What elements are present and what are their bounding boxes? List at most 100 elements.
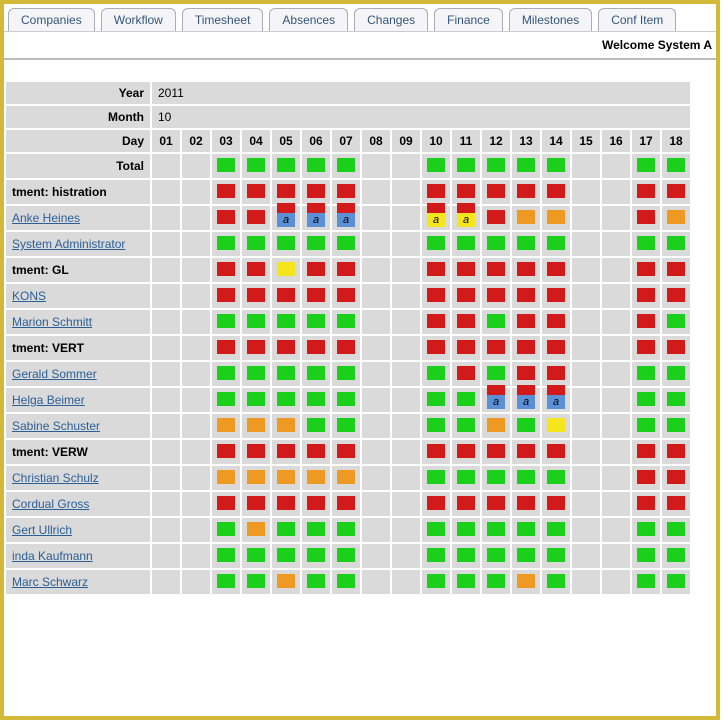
calendar-cell[interactable] <box>451 413 481 439</box>
calendar-cell[interactable] <box>271 491 301 517</box>
calendar-cell[interactable] <box>511 569 541 595</box>
calendar-cell[interactable] <box>151 387 181 413</box>
calendar-cell[interactable] <box>451 153 481 179</box>
calendar-cell[interactable] <box>601 179 631 205</box>
calendar-cell[interactable] <box>511 335 541 361</box>
calendar-cell[interactable] <box>331 153 361 179</box>
calendar-cell[interactable] <box>331 517 361 543</box>
calendar-cell[interactable] <box>481 413 511 439</box>
calendar-cell[interactable] <box>511 517 541 543</box>
calendar-cell[interactable] <box>241 153 271 179</box>
calendar-cell[interactable] <box>631 257 661 283</box>
calendar-cell[interactable] <box>541 335 571 361</box>
calendar-cell[interactable] <box>241 257 271 283</box>
calendar-cell[interactable] <box>631 179 661 205</box>
calendar-cell[interactable] <box>631 205 661 231</box>
tab-companies[interactable]: Companies <box>8 8 95 31</box>
calendar-cell[interactable] <box>361 517 391 543</box>
calendar-cell[interactable] <box>361 309 391 335</box>
calendar-cell[interactable] <box>661 257 691 283</box>
calendar-cell[interactable] <box>481 257 511 283</box>
calendar-cell[interactable] <box>661 361 691 387</box>
calendar-cell[interactable] <box>571 205 601 231</box>
calendar-cell[interactable] <box>361 543 391 569</box>
tab-absences[interactable]: Absences <box>269 8 348 31</box>
calendar-cell[interactable] <box>601 153 631 179</box>
calendar-cell[interactable] <box>241 335 271 361</box>
calendar-cell[interactable] <box>181 335 211 361</box>
calendar-cell[interactable] <box>181 179 211 205</box>
calendar-cell[interactable] <box>241 543 271 569</box>
calendar-cell[interactable] <box>391 413 421 439</box>
calendar-cell[interactable] <box>601 231 631 257</box>
calendar-cell[interactable] <box>391 309 421 335</box>
calendar-cell[interactable] <box>541 569 571 595</box>
calendar-cell[interactable] <box>241 387 271 413</box>
calendar-cell[interactable] <box>181 465 211 491</box>
calendar-cell[interactable] <box>481 179 511 205</box>
calendar-cell[interactable] <box>361 283 391 309</box>
calendar-cell[interactable] <box>181 387 211 413</box>
calendar-cell[interactable] <box>331 283 361 309</box>
calendar-cell[interactable] <box>331 465 361 491</box>
calendar-cell[interactable] <box>331 361 361 387</box>
calendar-cell[interactable] <box>631 517 661 543</box>
calendar-cell[interactable] <box>451 387 481 413</box>
calendar-cell[interactable] <box>271 569 301 595</box>
calendar-cell[interactable] <box>301 465 331 491</box>
calendar-cell[interactable] <box>271 361 301 387</box>
calendar-cell[interactable] <box>631 439 661 465</box>
calendar-cell[interactable] <box>421 153 451 179</box>
calendar-cell[interactable] <box>571 153 601 179</box>
calendar-cell[interactable] <box>391 569 421 595</box>
calendar-cell[interactable] <box>151 335 181 361</box>
calendar-cell[interactable] <box>451 465 481 491</box>
calendar-cell[interactable] <box>421 569 451 595</box>
user-link[interactable]: System Administrator <box>12 237 125 251</box>
calendar-cell[interactable] <box>241 283 271 309</box>
calendar-cell[interactable] <box>211 257 241 283</box>
calendar-cell[interactable] <box>421 309 451 335</box>
calendar-cell[interactable] <box>541 179 571 205</box>
calendar-cell[interactable] <box>571 491 601 517</box>
calendar-cell[interactable] <box>331 569 361 595</box>
calendar-cell[interactable] <box>541 543 571 569</box>
calendar-cell[interactable] <box>631 335 661 361</box>
calendar-cell[interactable] <box>661 153 691 179</box>
calendar-cell[interactable] <box>151 413 181 439</box>
calendar-cell[interactable] <box>421 517 451 543</box>
tab-conf-item[interactable]: Conf Item <box>598 8 676 31</box>
calendar-cell[interactable] <box>271 153 301 179</box>
calendar-cell[interactable] <box>361 439 391 465</box>
calendar-cell[interactable] <box>481 153 511 179</box>
calendar-cell[interactable] <box>571 439 601 465</box>
calendar-cell[interactable] <box>151 465 181 491</box>
calendar-cell[interactable] <box>151 179 181 205</box>
calendar-cell[interactable] <box>301 569 331 595</box>
calendar-cell[interactable] <box>211 569 241 595</box>
calendar-cell[interactable] <box>481 205 511 231</box>
calendar-cell[interactable] <box>301 257 331 283</box>
calendar-cell[interactable] <box>571 517 601 543</box>
calendar-cell[interactable] <box>271 387 301 413</box>
calendar-cell[interactable] <box>361 413 391 439</box>
calendar-cell[interactable] <box>511 205 541 231</box>
calendar-cell[interactable] <box>661 543 691 569</box>
calendar-cell[interactable] <box>391 387 421 413</box>
calendar-cell[interactable] <box>271 439 301 465</box>
calendar-cell[interactable] <box>181 543 211 569</box>
calendar-cell[interactable] <box>391 465 421 491</box>
calendar-cell[interactable] <box>331 179 361 205</box>
calendar-cell[interactable] <box>361 179 391 205</box>
calendar-cell[interactable] <box>301 387 331 413</box>
calendar-cell[interactable] <box>241 231 271 257</box>
calendar-cell[interactable] <box>601 569 631 595</box>
calendar-cell[interactable] <box>271 335 301 361</box>
calendar-cell[interactable] <box>571 283 601 309</box>
calendar-cell[interactable] <box>391 257 421 283</box>
calendar-cell[interactable] <box>451 283 481 309</box>
calendar-cell[interactable] <box>241 517 271 543</box>
calendar-cell[interactable]: a <box>271 205 301 231</box>
calendar-cell[interactable] <box>241 465 271 491</box>
calendar-cell[interactable] <box>511 231 541 257</box>
